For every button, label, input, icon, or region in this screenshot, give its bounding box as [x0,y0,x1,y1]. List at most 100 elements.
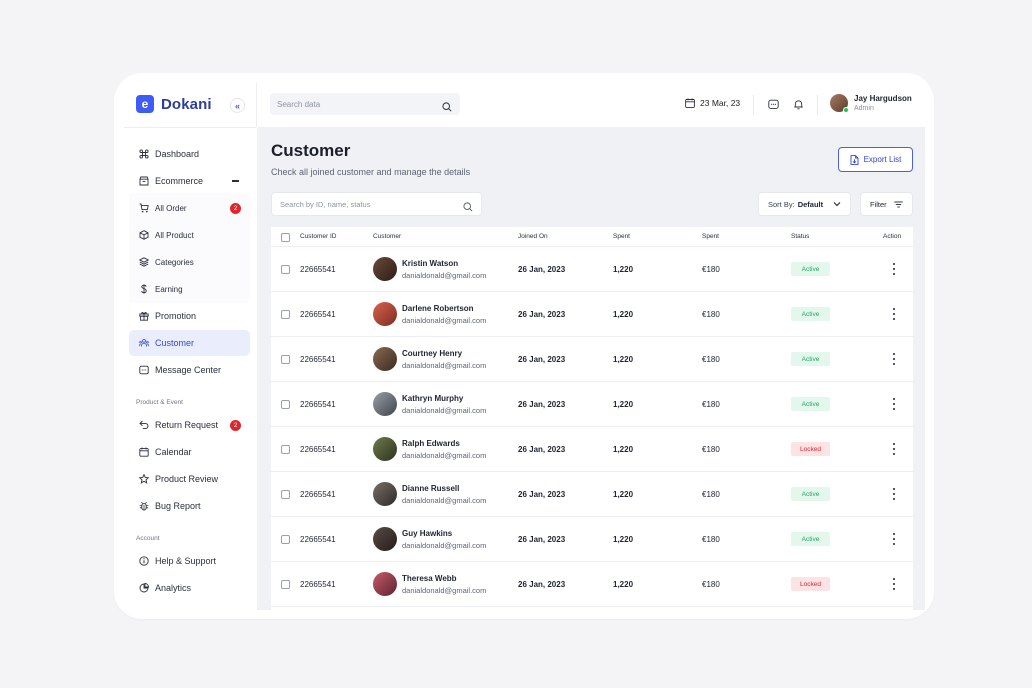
layers-icon [139,257,149,267]
sidebar-item-promotion[interactable]: Promotion [129,303,250,329]
export-list-label: Export List [863,155,902,164]
row-action-menu-button[interactable] [889,308,899,320]
joined-date: 26 Jan, 2023 [518,265,566,274]
sidebar-item-ecommerce[interactable]: Ecommerce [129,168,250,194]
sort-dropdown[interactable]: Sort By: Default [758,192,851,216]
row-checkbox[interactable] [281,445,290,454]
spent-amount: 1,220 [613,400,634,409]
sidebar-item-all-product[interactable]: All Product [129,222,250,248]
online-status-dot [843,107,849,113]
table-row[interactable]: 22665541 Ralph Edwards danialdonald@gmail.… [271,427,913,472]
row-action-menu-button[interactable] [889,398,899,410]
app-frame: e Dokani « 23 Mar, 23 Jay Hargudso [114,73,934,619]
collapse-sidebar-button[interactable]: « [230,98,245,113]
kebab-dot [893,533,895,535]
column-header-joined-on[interactable]: Joined On [518,233,548,240]
sidebar-item-return-request[interactable]: Return Request 2 [129,412,250,438]
avatar [373,392,397,416]
row-checkbox[interactable] [281,580,290,589]
collapse-minus-icon[interactable] [232,180,239,182]
kebab-dot [893,408,895,410]
messages-button[interactable] [767,98,779,110]
export-list-button[interactable]: Export List [838,147,913,172]
sidebar-item-calendar[interactable]: Calendar [129,439,250,465]
sidebar-item-earning[interactable]: Earning [129,276,250,302]
row-checkbox[interactable] [281,310,290,319]
row-action-menu-button[interactable] [889,353,899,365]
sidebar-item-label: Customer [155,338,195,348]
star-icon [139,474,149,484]
filter-label: Filter [870,199,887,209]
user-menu[interactable]: Jay Hargudson Admin [830,94,912,113]
row-action-menu-button[interactable] [889,533,899,545]
global-search [270,93,460,115]
chat-icon [767,99,779,109]
store-icon [139,176,149,186]
table-row[interactable]: 22665541 Darlene Robertson danialdonald@gm… [271,292,913,337]
spent-eur-amount: €180 [702,535,720,544]
logo[interactable]: e Dokani [136,95,212,113]
table-row[interactable]: 22665541 Kristin Watson danialdonald@gmail… [271,247,913,292]
section-label-product-event: Product & Event [136,399,183,406]
sidebar-item-label: Dashboard [155,149,200,159]
column-header-customer-id[interactable]: Customer ID [300,233,336,240]
filter-icon [894,201,903,208]
spent-eur-amount: €180 [702,490,720,499]
row-action-menu-button[interactable] [889,488,899,500]
row-action-menu-button[interactable] [889,263,899,275]
kebab-dot [893,273,895,275]
sidebar-item-help-support[interactable]: Help & Support [129,548,250,574]
sidebar-item-bug-report[interactable]: Bug Report [129,493,250,519]
date-display[interactable]: 23 Mar, 23 [685,98,740,108]
column-header-spent-eur[interactable]: Spent [702,233,719,240]
divider [256,83,257,127]
kebab-dot [893,488,895,490]
sidebar-item-categories[interactable]: Categories [129,249,250,275]
sidebar-item-product-review[interactable]: Product Review [129,466,250,492]
customer-name: Courtney Henry [402,349,463,358]
row-action-menu-button[interactable] [889,578,899,590]
joined-date: 26 Jan, 2023 [518,400,566,409]
order-count-badge: 2 [230,202,241,214]
customer-table: Customer ID Customer Joined On Spent Spe… [271,227,913,610]
customer-id: 22665541 [300,490,336,499]
customer-name: Theresa Webb [402,574,457,583]
row-checkbox[interactable] [281,490,290,499]
divider [817,95,818,115]
sidebar-item-label: Earning [155,284,183,294]
notifications-button[interactable] [792,98,804,110]
sidebar-item-all-order[interactable]: All Order 2 [129,195,250,221]
global-search-input[interactable] [270,93,430,115]
customer-email: danialdonald@gmail.com [402,271,487,280]
customer-search-input[interactable] [272,193,452,215]
table-row[interactable]: 22665541 Kathryn Murphy danialdonald@gmail… [271,382,913,427]
table-row[interactable]: 22665541 Theresa Webb danialdonald@gmail.c… [271,562,913,607]
column-header-customer[interactable]: Customer [373,233,401,240]
search-icon[interactable] [442,99,452,117]
customer-email: danialdonald@gmail.com [402,451,487,460]
customer-name: Dianne Russell [402,484,460,493]
customer-name: Darlene Robertson [402,304,474,313]
kebab-dot [893,268,895,270]
sidebar-item-message-center[interactable]: Message Center [129,357,250,383]
row-checkbox[interactable] [281,400,290,409]
customer-email: danialdonald@gmail.com [402,406,487,415]
table-row[interactable]: 22665541 Dianne Russell danialdonald@gmail… [271,472,913,517]
sidebar-item-analytics[interactable]: Analytics [129,575,250,601]
table-row[interactable]: 22665541 Courtney Henry danialdonald@gmail… [271,337,913,382]
table-row[interactable]: 22665541 Guy Hawkins danialdonald@gmail.co… [271,517,913,562]
column-header-spent[interactable]: Spent [613,233,630,240]
row-checkbox[interactable] [281,535,290,544]
sidebar-item-dashboard[interactable]: Dashboard [129,141,250,167]
row-checkbox[interactable] [281,265,290,274]
search-icon[interactable] [463,199,473,217]
select-all-checkbox[interactable] [281,233,290,242]
row-checkbox[interactable] [281,355,290,364]
logo-icon: e [136,95,154,113]
sidebar-item-customer[interactable]: Customer [129,330,250,356]
filter-button[interactable]: Filter [860,192,913,216]
app-name: Dokani [161,95,212,113]
column-header-status[interactable]: Status [791,233,809,240]
avatar [373,482,397,506]
row-action-menu-button[interactable] [889,443,899,455]
